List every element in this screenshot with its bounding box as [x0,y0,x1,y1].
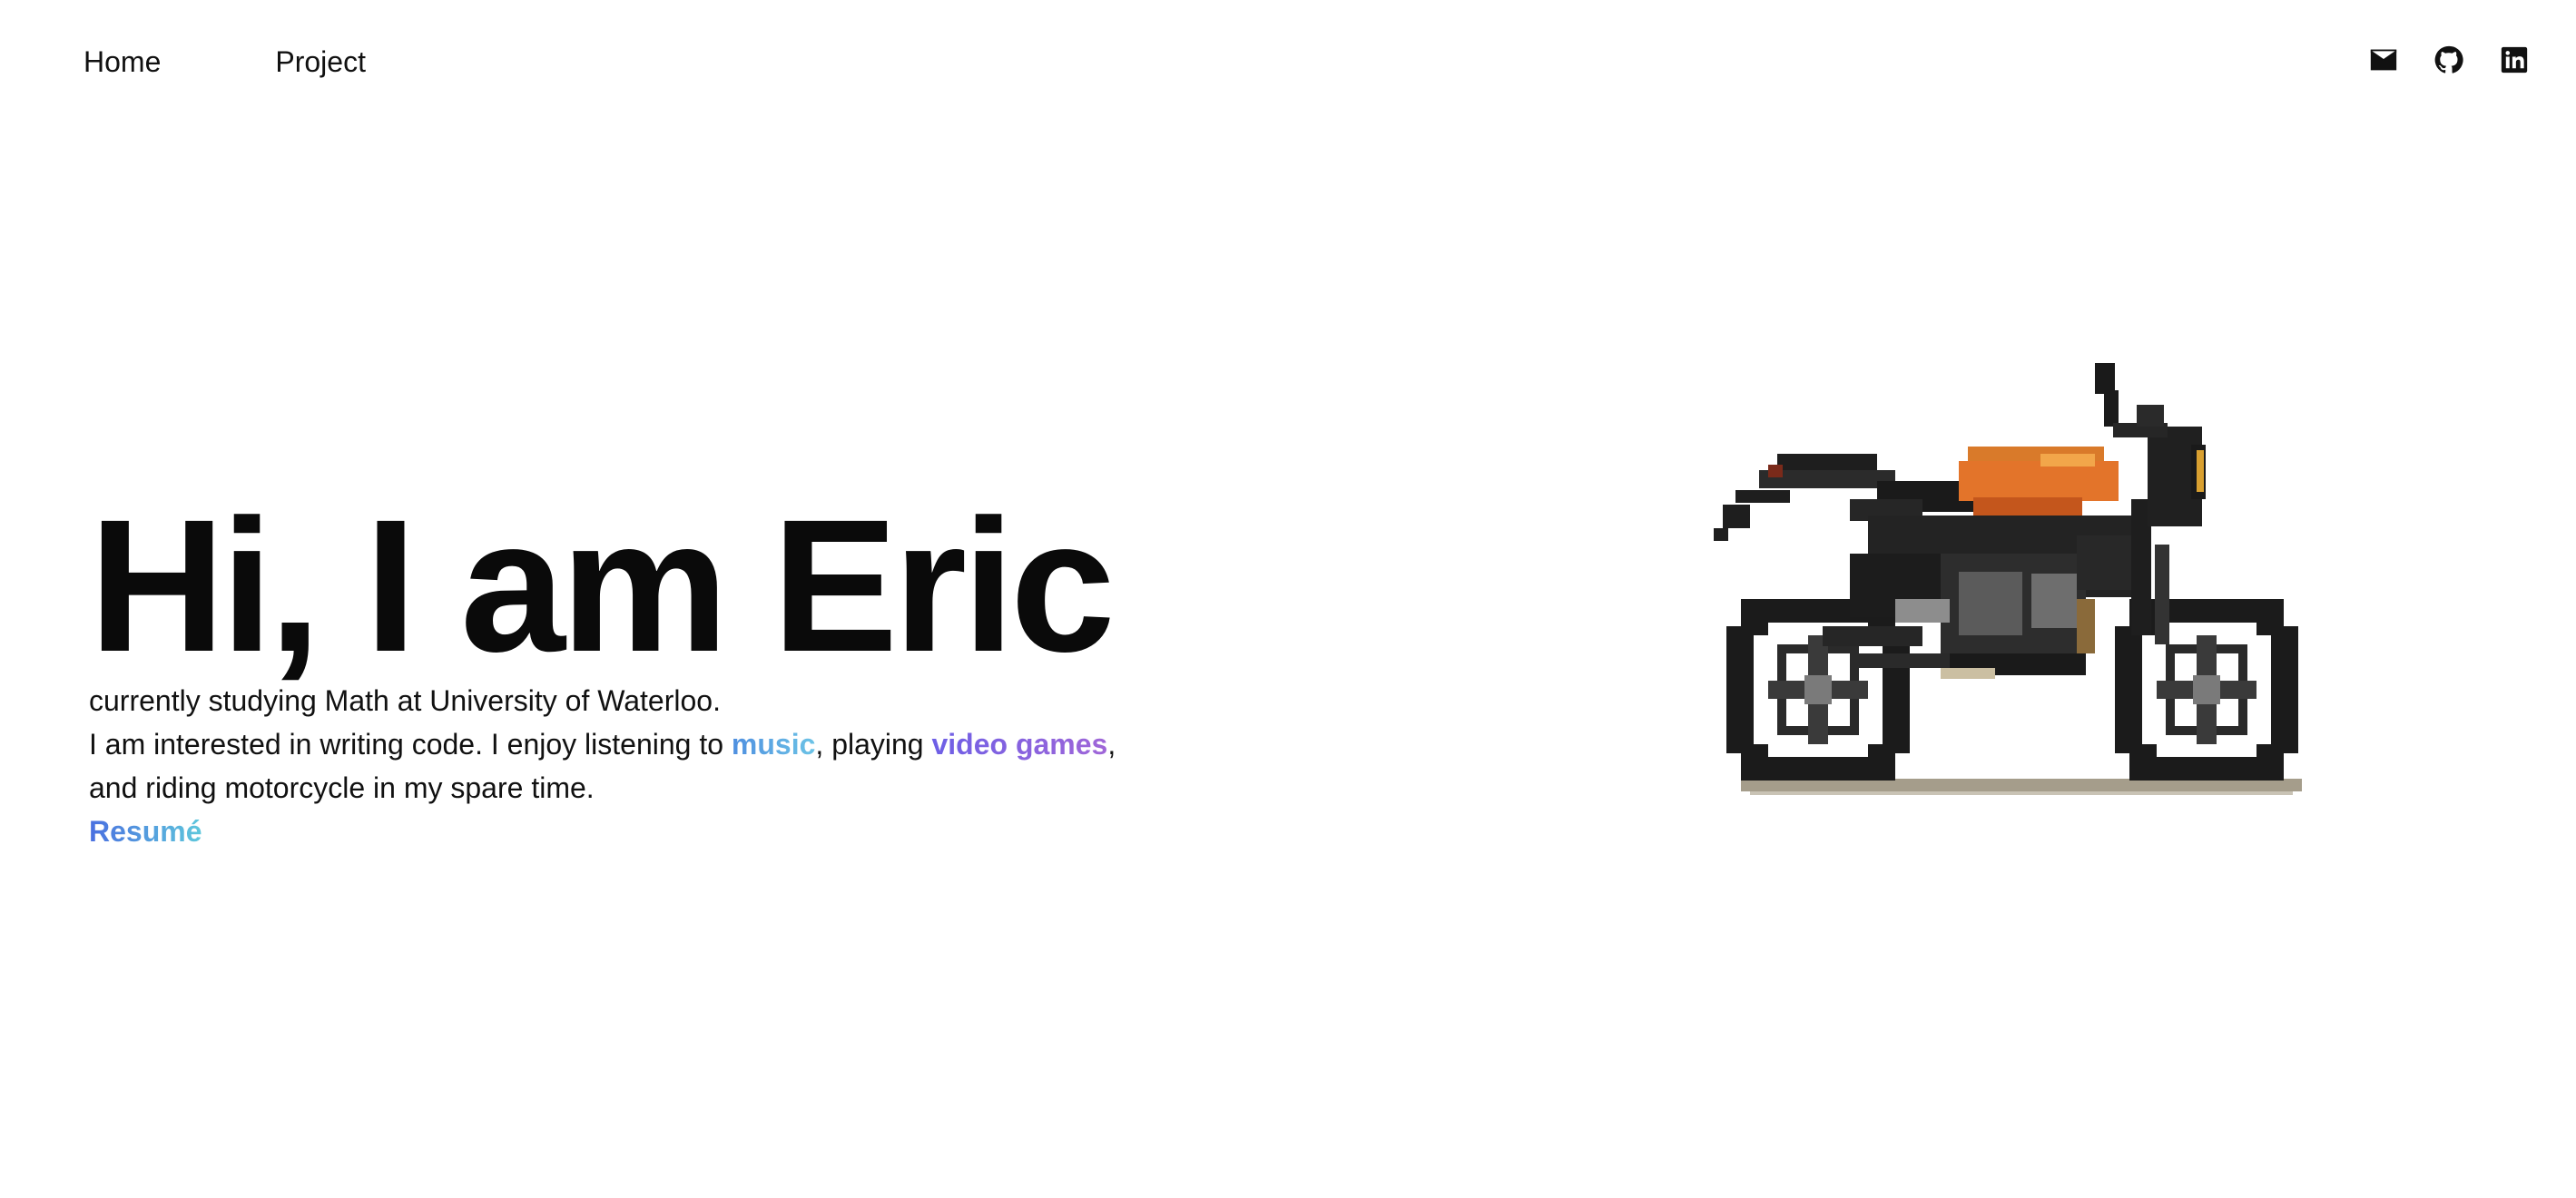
nav-home-link[interactable]: Home [84,40,161,83]
social-links [2367,44,2531,76]
interests-middle: , playing [815,728,932,761]
interests-prefix: I am interested in writing code. I enjoy… [89,728,732,761]
mail-icon[interactable] [2367,44,2400,76]
resume-link[interactable]: Resumé [89,810,202,853]
motorcycle-pixel-art [1714,363,2302,795]
hero-title: Hi, I am Eric [89,481,1116,692]
video-games-link[interactable]: video games [931,728,1107,761]
github-icon[interactable] [2433,44,2465,76]
hero-description: currently studying Math at University of… [89,679,1269,853]
hero-line-interests: I am interested in writing code. I enjoy… [89,722,1269,766]
linkedin-icon[interactable] [2498,44,2531,76]
music-link[interactable]: music [732,728,815,761]
hero-line-hobby: and riding motorcycle in my spare time. [89,771,595,804]
nav-project-link[interactable]: Project [275,40,366,83]
page: Home Project Hi, I am Eric currently stu… [0,0,2576,1198]
motorcycle-illustration [1714,363,2331,808]
interests-suffix: , [1107,728,1116,761]
hero-section: Hi, I am Eric currently studying Math at… [89,481,1269,853]
top-nav: Home Project [84,40,366,83]
